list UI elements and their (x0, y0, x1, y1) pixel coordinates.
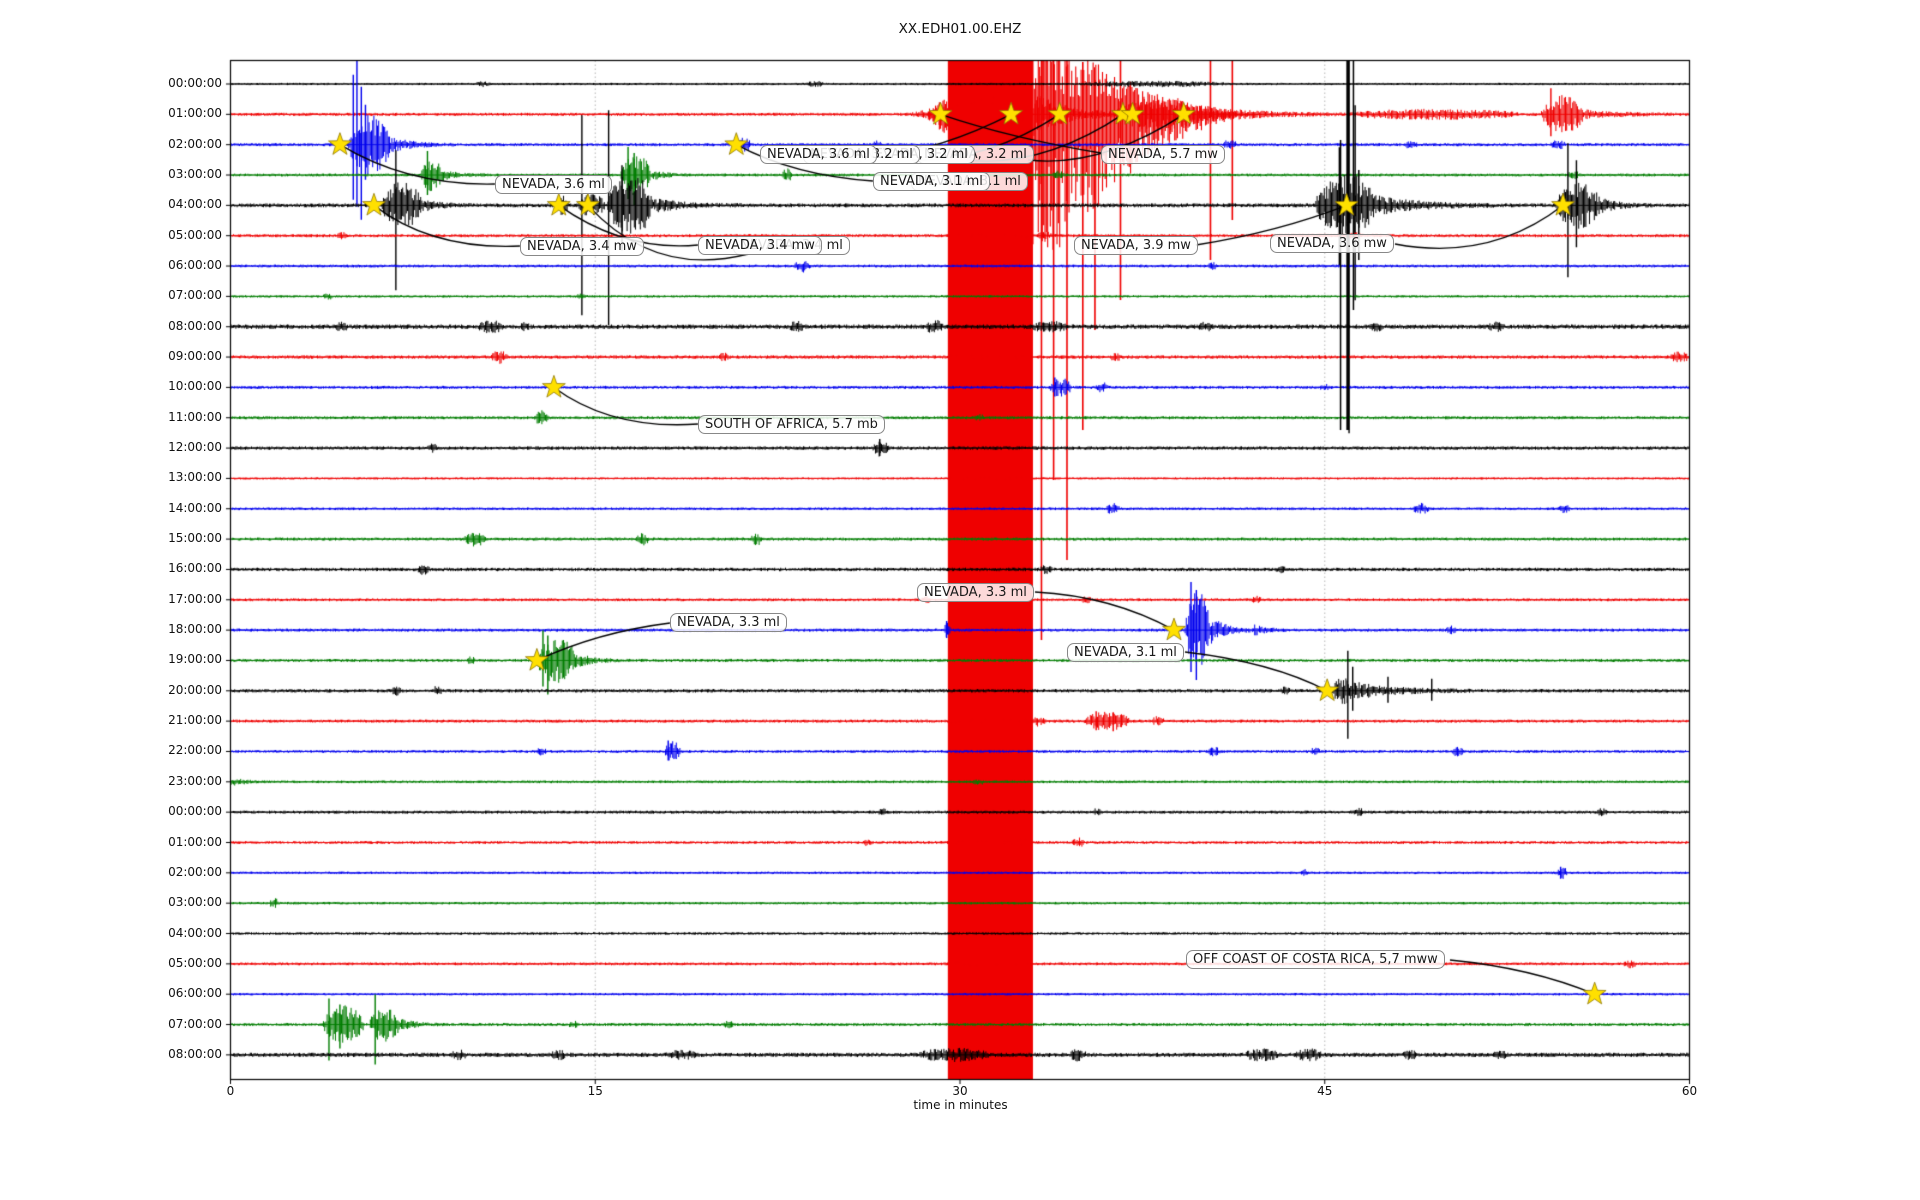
x-tick-label: 45 (1317, 1084, 1333, 1098)
event-label: NEVADA, 5.7 mw (1101, 145, 1225, 164)
y-tick-label: 01:00:00 (168, 834, 222, 849)
y-tick-label: 06:00:00 (168, 986, 222, 1001)
y-tick-label: 02:00:00 (168, 136, 222, 151)
y-tick-label: 08:00:00 (168, 1046, 222, 1061)
y-tick-label: 22:00:00 (168, 743, 222, 758)
y-tick-label: 13:00:00 (168, 470, 222, 485)
y-tick-label: 12:00:00 (168, 440, 222, 455)
y-tick-label: 04:00:00 (168, 925, 222, 940)
y-tick-label: 07:00:00 (168, 1016, 222, 1031)
y-tick-label: 21:00:00 (168, 713, 222, 728)
helicorder-window: XX.EDH01.00.EHZ time in minutes 00:00:00… (0, 0, 1920, 1200)
x-tick-label: 15 (587, 1084, 603, 1098)
y-tick-label: 02:00:00 (168, 864, 222, 879)
event-label: NEVADA, 3.1 ml (1067, 643, 1184, 662)
y-tick-label: 15:00:00 (168, 531, 222, 546)
event-label: NEVADA, 3.6 ml (760, 145, 877, 164)
y-tick-label: 10:00:00 (168, 379, 222, 394)
y-tick-label: 05:00:00 (168, 955, 222, 970)
event-label: NEVADA, 3.3 ml (917, 583, 1034, 602)
y-tick-label: 04:00:00 (168, 197, 222, 212)
y-tick-label: 11:00:00 (168, 409, 222, 424)
event-label: NEVADA, 3.6 mw (1270, 234, 1394, 253)
y-tick-label: 07:00:00 (168, 288, 222, 303)
event-label: SOUTH OF AFRICA, 5.7 mb (698, 415, 885, 434)
x-tick-label: 0 (226, 1084, 235, 1098)
y-tick-label: 05:00:00 (168, 227, 222, 242)
event-label: OFF COAST OF COSTA RICA, 5,7 mww (1186, 950, 1445, 969)
y-tick-label: 00:00:00 (168, 76, 222, 90)
y-tick-label: 20:00:00 (168, 682, 222, 697)
chart-title: XX.EDH01.00.EHZ (898, 21, 1022, 37)
y-tick-label: 16:00:00 (168, 561, 222, 576)
y-tick-label: 17:00:00 (168, 591, 222, 606)
y-tick-label: 18:00:00 (168, 622, 222, 637)
y-tick-label: 03:00:00 (168, 895, 222, 910)
x-tick-label: 30 (952, 1084, 968, 1098)
y-tick-label: 19:00:00 (168, 652, 222, 667)
y-tick-label: 01:00:00 (168, 106, 222, 121)
event-label: NEVADA, 3.3 ml (670, 613, 787, 632)
y-tick-label: 08:00:00 (168, 318, 222, 333)
y-tick-label: 03:00:00 (168, 167, 222, 182)
x-tick-label: 60 (1681, 1084, 1698, 1098)
y-tick-label: 09:00:00 (168, 349, 222, 364)
y-tick-label: 14:00:00 (168, 500, 222, 515)
event-label: NEVADA, 3.4 mw (698, 236, 822, 255)
y-tick-label: 00:00:00 (168, 804, 222, 819)
y-tick-label: 23:00:00 (168, 773, 222, 788)
event-label: NEVADA, 3.4 mw (520, 237, 644, 256)
event-label: NEVADA, 3.6 ml (495, 175, 612, 194)
event-label: NEVADA, 3.9 mw (1074, 236, 1198, 255)
event-label: NEVADA, 3.1 ml (873, 172, 990, 191)
y-tick-label: 06:00:00 (168, 258, 222, 273)
x-axis-label: time in minutes (913, 1098, 1008, 1112)
